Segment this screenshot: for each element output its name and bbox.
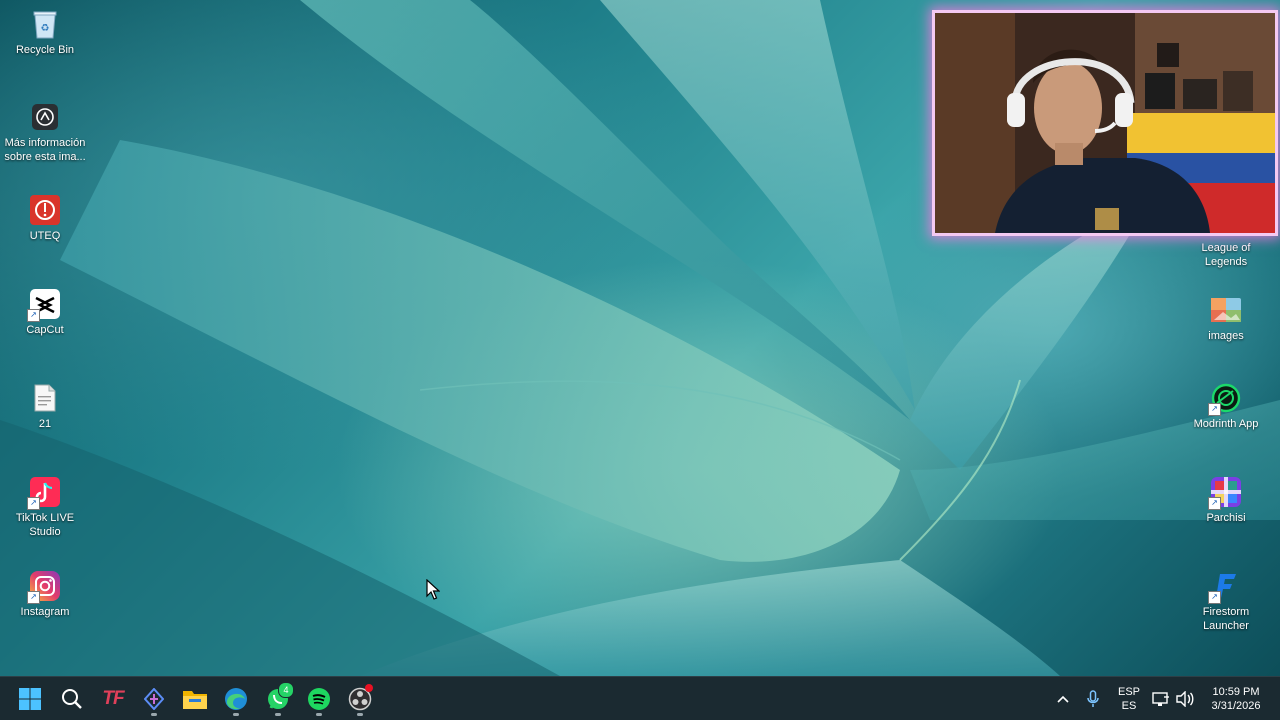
shortcut-arrow-icon: ↗ <box>27 309 40 322</box>
spotify-icon <box>308 688 330 710</box>
webcam-overlay <box>932 10 1278 236</box>
language-code: ESP <box>1117 686 1140 698</box>
desktop-icon-mas-informacion[interactable]: Más información sobre esta ima... <box>0 101 90 164</box>
desktop-icon-tiktok-live-studio[interactable]: ↗ TikTok LIVE Studio <box>0 476 90 539</box>
notification-badge: 4 <box>278 682 294 698</box>
desktop-icon-label: UTEQ <box>29 230 61 242</box>
search-button[interactable] <box>54 681 90 717</box>
chevron-up-icon <box>1057 695 1069 703</box>
taskbar-obs[interactable] <box>342 681 378 717</box>
shortcut-arrow-icon: ↗ <box>1208 497 1221 510</box>
shortcut-arrow-icon: ↗ <box>27 591 40 604</box>
start-button[interactable] <box>12 681 48 717</box>
tiktok-icon: ↗ <box>27 476 61 510</box>
modrinth-icon: ↗ <box>1208 382 1242 416</box>
clock[interactable]: 10:59 PM 3/31/2026 <box>1200 682 1272 716</box>
desktop-icon-label: Recycle Bin <box>15 44 75 56</box>
recording-dot <box>365 684 373 692</box>
search-icon <box>62 689 82 709</box>
svg-text:♻: ♻ <box>41 23 50 34</box>
taskbar-file-explorer[interactable] <box>177 681 213 717</box>
camera-info-icon <box>29 101 61 133</box>
taskbar-whatsapp[interactable]: 4 <box>260 681 296 717</box>
windows-logo-icon <box>19 688 41 710</box>
clock-time: 10:59 PM <box>1212 686 1260 698</box>
parchisi-icon: ↗ <box>1208 476 1242 510</box>
microphone-button[interactable] <box>1076 681 1110 717</box>
desktop-icon-label: 21 <box>38 418 52 430</box>
document-icon <box>29 382 61 414</box>
instagram-icon: ↗ <box>27 570 61 604</box>
edge-icon <box>225 688 247 710</box>
desktop-icon-label: Firestorm Launcher <box>1202 606 1250 632</box>
desktop-icon-label: TikTok LIVE Studio <box>15 512 75 538</box>
desktop-icon-firestorm-launcher[interactable]: ↗ Firestorm Launcher <box>1181 570 1271 633</box>
shortcut-arrow-icon: ↗ <box>1208 403 1221 416</box>
running-indicator <box>233 713 239 716</box>
taskbar-dev-app[interactable] <box>136 681 172 717</box>
desktop-icon-label: Instagram <box>20 606 70 618</box>
image-icon <box>1210 294 1242 326</box>
volume-icon <box>1176 691 1194 707</box>
desktop-icon-parchisi[interactable]: ↗ Parchisi <box>1181 476 1271 525</box>
firestorm-icon: ↗ <box>1208 570 1242 604</box>
desktop-icon-capcut[interactable]: ↗ CapCut <box>0 288 90 337</box>
desktop-icon-uteq[interactable]: UTEQ <box>0 194 90 243</box>
running-indicator <box>275 713 281 716</box>
recycle-bin-icon: ♻ <box>29 8 61 40</box>
uteq-icon <box>29 194 61 226</box>
network-icon <box>1152 692 1169 706</box>
running-indicator <box>151 713 157 716</box>
keyboard-layout: ES <box>1121 700 1137 712</box>
shortcut-arrow-icon: ↗ <box>27 497 40 510</box>
network-volume-button[interactable] <box>1152 685 1198 713</box>
desktop-icon-modrinth-app[interactable]: ↗ Modrinth App <box>1181 382 1271 431</box>
shortcut-arrow-icon: ↗ <box>1208 591 1221 604</box>
taskbar-spotify[interactable] <box>301 681 337 717</box>
clock-date: 3/31/2026 <box>1211 700 1261 712</box>
taskbar-edge[interactable] <box>218 681 254 717</box>
running-indicator <box>316 713 322 716</box>
webcam-video-feed <box>935 13 1275 233</box>
desktop-icon-file-21[interactable]: 21 <box>0 382 90 431</box>
running-indicator <box>357 713 363 716</box>
desktop-icon-label: images <box>1208 330 1244 342</box>
desktop-icon-label: Modrinth App <box>1193 418 1259 430</box>
dev-app-icon <box>144 688 164 710</box>
desktop-icon-label: Parchisi <box>1206 512 1246 524</box>
desktop[interactable]: ♻ Recycle Bin Más información sobre esta… <box>0 0 1280 720</box>
taskbar-tf-app[interactable]: TF <box>95 681 131 717</box>
tf-app-icon: TF <box>102 688 124 709</box>
input-language-indicator[interactable]: ESP ES <box>1110 682 1148 716</box>
desktop-icon-label: CapCut <box>26 324 64 336</box>
mouse-cursor-icon <box>426 579 440 600</box>
desktop-icon-label: Más información sobre esta ima... <box>4 137 86 163</box>
desktop-icon-instagram[interactable]: ↗ Instagram <box>0 570 90 619</box>
desktop-icon-recycle-bin[interactable]: ♻ Recycle Bin <box>0 8 90 57</box>
microphone-icon <box>1087 690 1099 707</box>
desktop-icon-label: League of Legends <box>1201 242 1251 268</box>
folder-icon <box>183 691 207 709</box>
capcut-icon: ↗ <box>27 288 61 322</box>
desktop-icon-images[interactable]: images <box>1181 294 1271 343</box>
taskbar: TF 4 ESP ES 10:59 PM 3/31/2026 <box>0 676 1280 720</box>
